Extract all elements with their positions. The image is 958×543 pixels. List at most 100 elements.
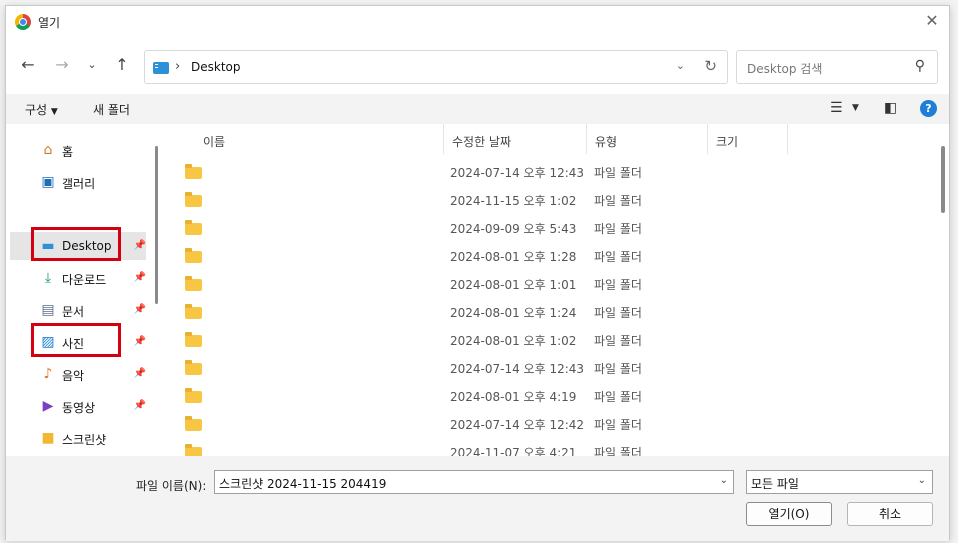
home-icon: ⌂ bbox=[43, 142, 53, 158]
type-cell: 파일 폴더 bbox=[594, 250, 642, 264]
table-row[interactable]: 2024-08-01 오후 1:28 파일 폴더 bbox=[163, 242, 935, 270]
folder-icon bbox=[185, 360, 202, 375]
caret-down-icon: ▼ bbox=[50, 107, 58, 117]
table-row[interactable]: 2024-07-14 오후 12:43 파일 폴더 bbox=[163, 158, 935, 186]
table-row[interactable]: 2024-11-07 오후 4:21 파일 폴더 bbox=[163, 438, 935, 456]
chevron-down-icon[interactable]: ⌄ bbox=[676, 59, 685, 72]
close-icon[interactable]: ✕ bbox=[923, 12, 941, 30]
table-row[interactable]: 2024-08-01 오후 1:01 파일 폴더 bbox=[163, 270, 935, 298]
column-header-modified[interactable]: 수정한 날짜 bbox=[444, 124, 587, 154]
back-arrow-icon[interactable]: ← bbox=[16, 53, 40, 77]
new-folder-button[interactable]: 새 폴더 bbox=[93, 101, 130, 118]
modified-cell: 2024-08-01 오후 1:24 bbox=[450, 306, 577, 320]
pin-icon[interactable]: 📌 bbox=[134, 304, 146, 315]
desktop-icon bbox=[153, 62, 169, 74]
file-list-scrollbar[interactable] bbox=[941, 146, 945, 213]
modified-cell: 2024-08-01 오후 1:01 bbox=[450, 278, 577, 292]
type-cell: 파일 폴더 bbox=[594, 362, 642, 376]
chrome-icon bbox=[15, 14, 31, 30]
sidebar-item-label: 스크린샷 bbox=[62, 433, 107, 447]
video-icon: ▶ bbox=[42, 398, 54, 414]
column-header-type[interactable]: 유형 bbox=[587, 124, 708, 154]
highlight-box-desktop bbox=[31, 227, 121, 261]
search-icon[interactable]: ⚲ bbox=[915, 58, 925, 74]
table-row[interactable]: 2024-08-01 오후 4:19 파일 폴더 bbox=[163, 382, 935, 410]
music-icon: ♪ bbox=[43, 366, 53, 382]
type-cell: 파일 폴더 bbox=[594, 446, 642, 456]
type-cell: 파일 폴더 bbox=[594, 390, 642, 404]
modified-cell: 2024-11-15 오후 1:02 bbox=[450, 194, 577, 208]
sidebar-item-documents[interactable]: ▤ 문서 📌 bbox=[10, 296, 146, 324]
sidebar-item-screenshots[interactable]: ■ 스크린샷 bbox=[10, 424, 146, 452]
modified-cell: 2024-08-01 오후 1:02 bbox=[450, 334, 577, 348]
folder-icon bbox=[185, 416, 202, 431]
folder-icon bbox=[185, 304, 202, 319]
pin-icon[interactable]: 📌 bbox=[134, 368, 146, 379]
navigation-pane: ⌂ 홈 ▣ 갤러리 ▬ Desktop 📌 ⤓ 다운로드 📌 ▤ 문서 📌 ▨ … bbox=[6, 124, 152, 456]
folder-icon bbox=[185, 276, 202, 291]
up-arrow-icon[interactable]: ↑ bbox=[110, 53, 134, 77]
column-label: 유형 bbox=[595, 135, 618, 149]
chevron-down-icon[interactable]: ⌄ bbox=[720, 475, 728, 486]
title-bar: 열기 ✕ bbox=[6, 6, 949, 38]
sidebar-item-videos[interactable]: ▶ 동영상 📌 bbox=[10, 392, 146, 420]
sidebar-scrollbar[interactable] bbox=[155, 146, 158, 304]
document-icon: ▤ bbox=[41, 302, 55, 318]
type-cell: 파일 폴더 bbox=[594, 278, 642, 292]
forward-arrow-icon[interactable]: → bbox=[50, 53, 74, 77]
filename-input[interactable]: 스크린샷 2024-11-15 204419 ⌄ bbox=[214, 470, 734, 494]
breadcrumb-desktop[interactable]: Desktop bbox=[191, 60, 241, 74]
filename-value: 스크린샷 2024-11-15 204419 bbox=[219, 477, 387, 491]
search-input[interactable]: Desktop 검색 ⚲ bbox=[736, 50, 938, 84]
column-header-size[interactable]: 크기 bbox=[708, 124, 788, 154]
table-row[interactable]: 2024-07-14 오후 12:42 파일 폴더 bbox=[163, 410, 935, 438]
column-header-name[interactable]: 이름 ˄ bbox=[163, 124, 444, 154]
cancel-button[interactable]: 취소 bbox=[847, 502, 933, 526]
sidebar-item-gallery[interactable]: ▣ 갤러리 bbox=[10, 168, 146, 196]
navigation-bar: ← → ⌄ ↑ › Desktop ⌄ ↻ Desktop 검색 ⚲ bbox=[6, 38, 949, 94]
search-placeholder: Desktop 검색 bbox=[747, 62, 823, 76]
type-cell: 파일 폴더 bbox=[594, 222, 642, 236]
refresh-icon[interactable]: ↻ bbox=[704, 57, 717, 75]
pin-icon[interactable]: 📌 bbox=[134, 240, 146, 251]
sidebar-item-label: 음악 bbox=[62, 369, 85, 383]
window-title: 열기 bbox=[38, 16, 61, 30]
table-row[interactable]: 2024-11-15 오후 1:02 파일 폴더 bbox=[163, 186, 935, 214]
type-cell: 파일 폴더 bbox=[594, 166, 642, 180]
type-cell: 파일 폴더 bbox=[594, 418, 642, 432]
filetype-value: 모든 파일 bbox=[751, 477, 799, 491]
pin-icon[interactable]: 📌 bbox=[134, 336, 146, 347]
view-options-icon[interactable]: ☰ bbox=[830, 100, 843, 116]
filetype-select[interactable]: 모든 파일 ⌄ bbox=[746, 470, 933, 494]
help-icon[interactable]: ? bbox=[920, 100, 937, 117]
sidebar-item-label: 다운로드 bbox=[62, 273, 107, 287]
pin-icon[interactable]: 📌 bbox=[134, 400, 146, 411]
column-label: 이름 bbox=[203, 135, 226, 149]
chevron-down-icon[interactable]: ⌄ bbox=[918, 475, 926, 486]
address-bar[interactable]: › Desktop ⌄ ↻ bbox=[144, 50, 728, 84]
open-button[interactable]: 열기(O) bbox=[746, 502, 832, 526]
command-toolbar: 구성 ▼ 새 폴더 ☰ ▼ ◧ ? bbox=[6, 94, 949, 124]
sidebar-item-label: 문서 bbox=[62, 305, 85, 319]
modified-cell: 2024-08-01 오후 1:28 bbox=[450, 250, 577, 264]
sidebar-item-home[interactable]: ⌂ 홈 bbox=[10, 136, 146, 164]
preview-pane-icon[interactable]: ◧ bbox=[884, 100, 897, 116]
table-row[interactable]: 2024-09-09 오후 5:43 파일 폴더 bbox=[163, 214, 935, 242]
table-row[interactable]: 2024-07-14 오후 12:43 파일 폴더 bbox=[163, 354, 935, 382]
type-cell: 파일 폴더 bbox=[594, 306, 642, 320]
view-options-caret-icon[interactable]: ▼ bbox=[852, 103, 859, 113]
folder-icon bbox=[185, 248, 202, 263]
pin-icon[interactable]: 📌 bbox=[134, 272, 146, 283]
table-row[interactable]: 2024-08-01 오후 1:02 파일 폴더 bbox=[163, 326, 935, 354]
download-icon: ⤓ bbox=[44, 270, 52, 286]
sidebar-item-downloads[interactable]: ⤓ 다운로드 📌 bbox=[10, 264, 146, 292]
sidebar-item-music[interactable]: ♪ 음악 📌 bbox=[10, 360, 146, 388]
column-label: 수정한 날짜 bbox=[452, 135, 512, 149]
organize-button[interactable]: 구성 ▼ bbox=[25, 101, 58, 118]
file-list: 이름 ˄ 수정한 날짜 유형 크기 2024-07-14 오후 12:43 파일… bbox=[163, 124, 935, 456]
recent-locations-chevron-icon[interactable]: ⌄ bbox=[80, 53, 104, 77]
table-row[interactable]: 2024-08-01 오후 1:24 파일 폴더 bbox=[163, 298, 935, 326]
filename-label: 파일 이름(N): bbox=[136, 479, 207, 493]
organize-label: 구성 bbox=[25, 103, 48, 117]
modified-cell: 2024-08-01 오후 4:19 bbox=[450, 390, 577, 404]
